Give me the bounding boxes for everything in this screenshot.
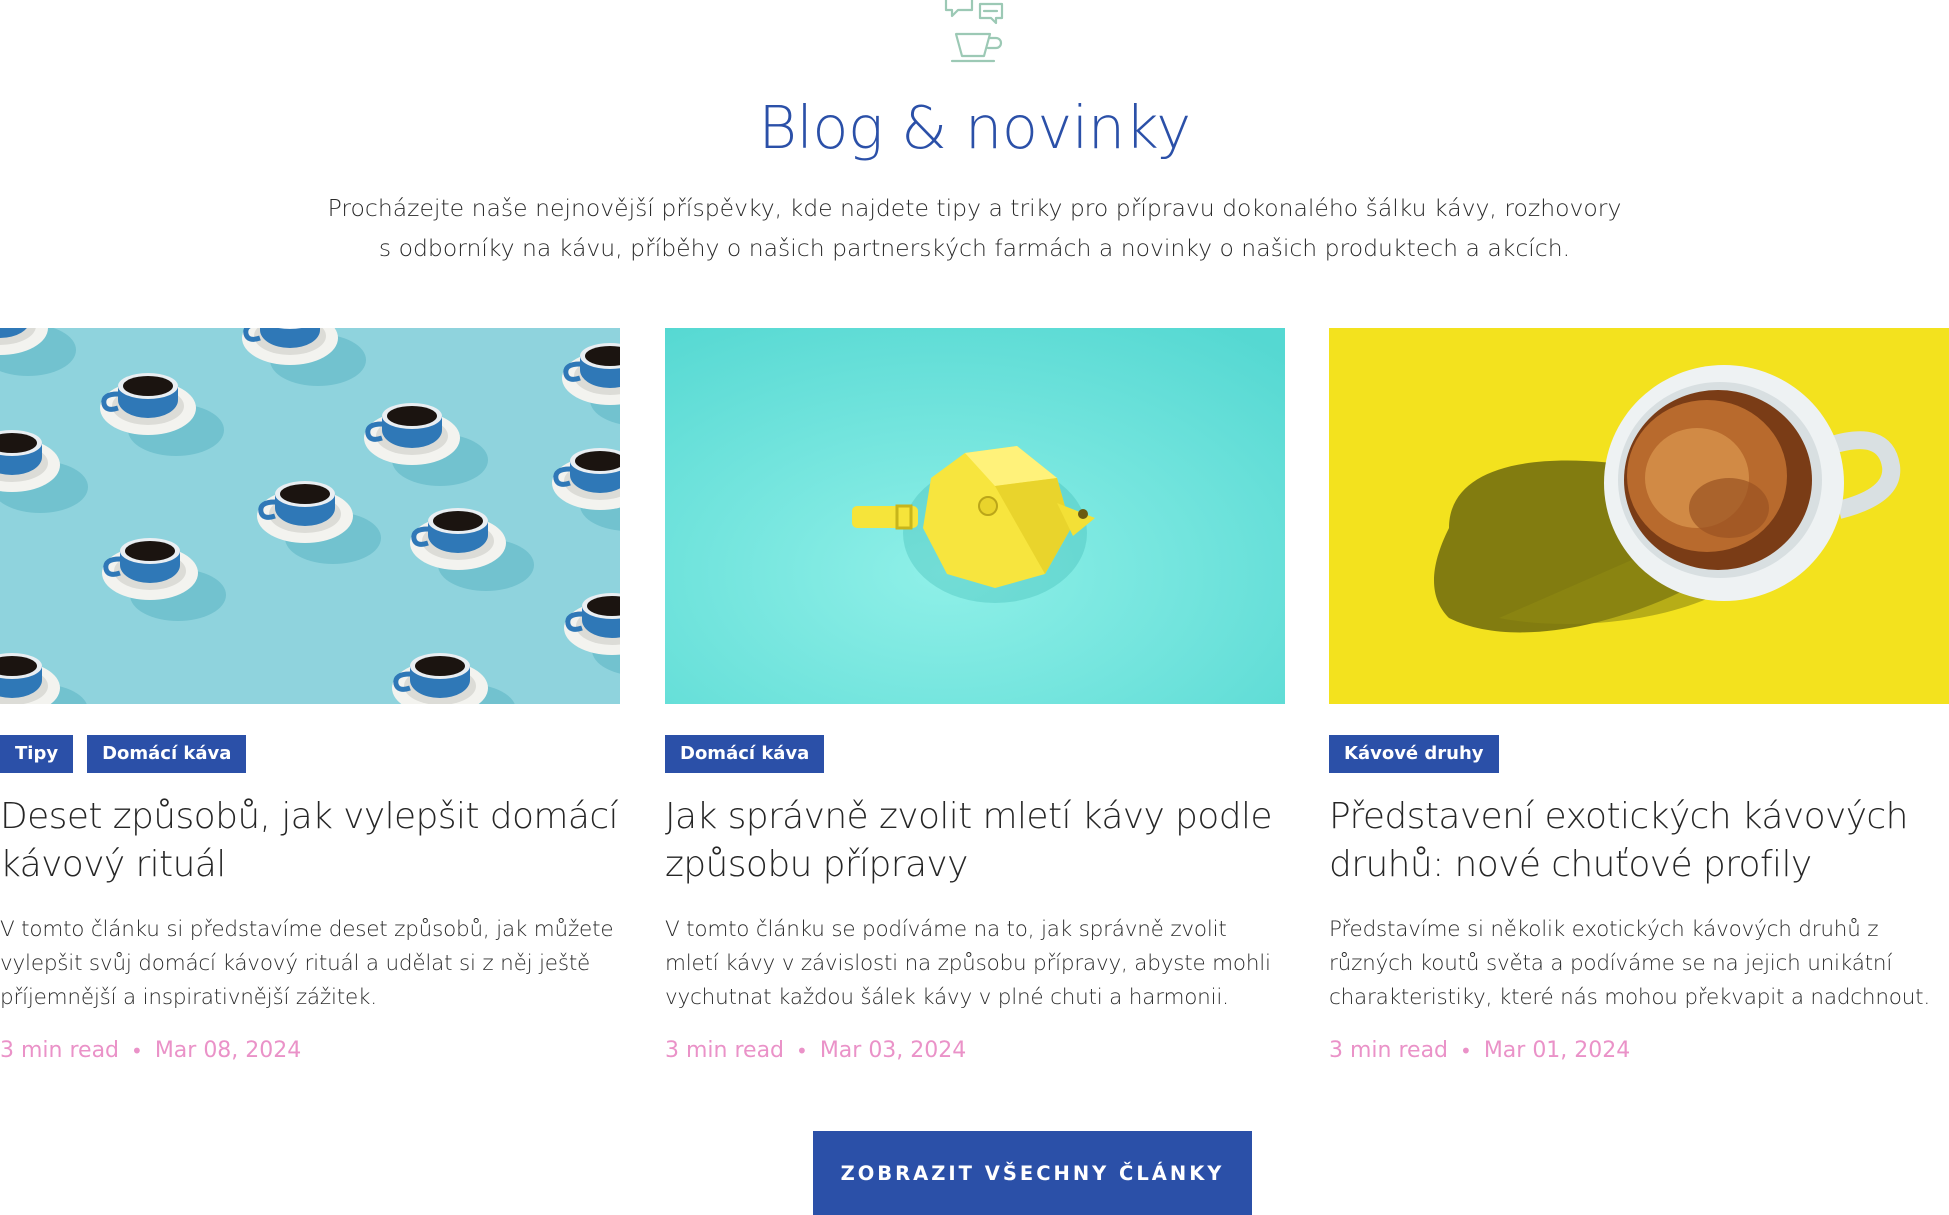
section-title: Blog & novinky — [758, 93, 1191, 162]
coffee-cup-chat-icon — [944, 0, 1004, 63]
post-title[interactable]: Jak správně zvolit mletí kávy podle způs… — [665, 793, 1285, 889]
meta-separator: • — [796, 1038, 808, 1063]
tag-tipy[interactable]: Tipy — [0, 735, 74, 773]
blog-card-1[interactable]: Tipy Domácí káva Deset způsobů, jak vyle… — [0, 328, 620, 1063]
post-excerpt: V tomto článku si představíme deset způs… — [0, 917, 614, 1010]
post-meta: 3 min read • Mar 08, 2024 — [0, 1038, 620, 1063]
tag-list: Kávové druhy — [1329, 735, 1949, 773]
post-meta: 3 min read • Mar 01, 2024 — [1329, 1038, 1949, 1063]
meta-separator: • — [131, 1038, 143, 1063]
post-excerpt: Představíme si několik exotických kávový… — [1329, 917, 1931, 1010]
section-intro: Procházejte naše nejnovější příspěvky, k… — [280, 188, 1669, 268]
coffee-cups-pattern-image — [0, 328, 620, 704]
blog-card-image[interactable] — [0, 328, 620, 704]
read-time: 3 min read — [0, 1038, 120, 1063]
tag-list: Domácí káva — [665, 735, 1285, 773]
blog-card-2[interactable]: Domácí káva Jak správně zvolit mletí káv… — [665, 328, 1285, 1063]
view-all-articles-button[interactable]: ZOBRAZIT VŠECHNY ČLÁNKY — [813, 1131, 1252, 1215]
post-date: Mar 03, 2024 — [819, 1038, 967, 1063]
intro-line-2: s odborníky na kávu, příběhy o našich pa… — [378, 234, 1571, 262]
post-title[interactable]: Deset způsobů, jak vylepšit domácí kávov… — [0, 793, 620, 889]
read-time: 3 min read — [1329, 1038, 1449, 1063]
meta-separator: • — [1460, 1038, 1472, 1063]
blog-section: Blog & novinky Procházejte naše nejnověj… — [0, 0, 1949, 1215]
tag-list: Tipy Domácí káva — [0, 735, 620, 773]
tag-domaci-kava[interactable]: Domácí káva — [665, 735, 825, 773]
blog-card-3[interactable]: Kávové druhy Představení exotických kávo… — [1329, 328, 1949, 1063]
intro-line-1: Procházejte naše nejnovější příspěvky, k… — [327, 194, 1622, 222]
espresso-cup-image — [1329, 328, 1949, 704]
read-time: 3 min read — [665, 1038, 785, 1063]
tag-kavove-druhy[interactable]: Kávové druhy — [1329, 735, 1499, 773]
post-meta: 3 min read • Mar 03, 2024 — [665, 1038, 1285, 1063]
blog-card-image[interactable] — [665, 328, 1285, 704]
tag-domaci-kava[interactable]: Domácí káva — [87, 735, 247, 773]
moka-pot-image — [665, 328, 1285, 704]
blog-card-image[interactable] — [1329, 328, 1949, 704]
post-excerpt: V tomto článku se podíváme na to, jak sp… — [665, 917, 1271, 1010]
post-title[interactable]: Představení exotických kávových druhů: n… — [1329, 793, 1949, 889]
post-date: Mar 08, 2024 — [154, 1038, 302, 1063]
post-date: Mar 01, 2024 — [1483, 1038, 1631, 1063]
